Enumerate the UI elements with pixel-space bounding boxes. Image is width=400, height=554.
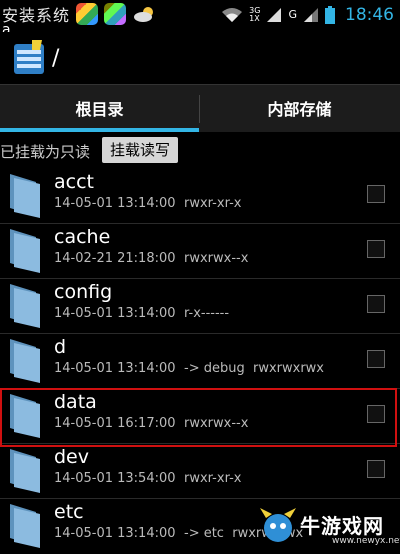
file-name: dev — [54, 446, 89, 468]
status-bar: 安装系统 a........... 3G 1X G 18:46 — [0, 0, 400, 38]
select-checkbox[interactable] — [367, 295, 385, 313]
folder-icon — [10, 229, 40, 273]
file-permissions: r-x------ — [184, 306, 230, 321]
signal-icon-1 — [267, 8, 282, 22]
file-list: acct 14-05-01 13:14:00 rwxr-xr-x cache 1… — [0, 168, 400, 554]
file-date: 14-05-01 13:54:00 — [54, 471, 176, 486]
title-bar: / — [0, 32, 400, 84]
selection-highlight — [0, 388, 397, 447]
mount-status: 已挂载为只读 — [0, 143, 91, 161]
tab-bar: 根目录 内部存储 — [0, 84, 400, 133]
file-date: 14-05-01 13:14:00 — [54, 526, 176, 541]
clock: 18:46 — [345, 5, 394, 25]
file-row[interactable]: dev 14-05-01 13:54:00 rwxr-xr-x — [0, 443, 400, 499]
status-icons: 3G 1X G 18:46 — [221, 5, 394, 25]
select-checkbox[interactable] — [367, 460, 385, 478]
folder-icon — [10, 174, 40, 218]
file-row[interactable]: cache 14-02-21 21:18:00 rwxrwx--x — [0, 223, 400, 279]
file-name: acct — [54, 171, 94, 193]
file-row[interactable]: config 14-05-01 13:14:00 r-x------ — [0, 278, 400, 334]
file-permissions: rwxr-xr-x — [184, 471, 242, 486]
file-date: 14-02-21 21:18:00 — [54, 251, 176, 266]
network-type: 3G 1X — [249, 7, 260, 23]
file-permissions: -> debug rwxrwxrwx — [184, 361, 324, 376]
file-permissions: rwxrwx--x — [184, 251, 249, 266]
watermark-text: 牛游戏网 — [300, 514, 384, 538]
file-name: d — [54, 336, 67, 358]
gallery-app-icon — [76, 3, 99, 25]
select-checkbox[interactable] — [367, 185, 385, 203]
signal-icon-2 — [304, 8, 318, 22]
network-1x-label: 1X — [249, 14, 260, 23]
folder-icon — [10, 504, 40, 548]
current-path: / — [52, 46, 60, 71]
wifi-icon — [222, 8, 243, 22]
folder-icon — [10, 339, 40, 383]
file-date: 14-05-01 13:14:00 — [54, 361, 176, 376]
file-name: etc — [54, 501, 84, 523]
mount-bar: 已挂载为只读 挂载读写 — [0, 132, 400, 168]
file-name: config — [54, 281, 113, 303]
folder-icon — [10, 284, 40, 328]
file-date: 14-05-01 13:14:00 — [54, 196, 176, 211]
file-date: 14-05-01 13:14:00 — [54, 306, 176, 321]
file-row[interactable]: d 14-05-01 13:14:00 -> debug rwxrwxrwx — [0, 333, 400, 389]
tab-root[interactable]: 根目录 — [0, 85, 199, 131]
watermark-url: www.newyx.net — [332, 536, 400, 546]
re-file-manager-logo-icon[interactable] — [12, 40, 46, 76]
weather-icon — [134, 7, 154, 22]
select-checkbox[interactable] — [367, 350, 385, 368]
file-name: cache — [54, 226, 111, 248]
photos-app-icon — [104, 3, 127, 25]
select-checkbox[interactable] — [367, 240, 385, 258]
file-permissions: rwxr-xr-x — [184, 196, 242, 211]
battery-icon — [325, 6, 335, 24]
file-row[interactable]: acct 14-05-01 13:14:00 rwxr-xr-x — [0, 168, 400, 224]
tab-internal-storage[interactable]: 内部存储 — [200, 85, 399, 131]
signal-g-label: G — [288, 8, 297, 21]
mount-rw-button[interactable]: 挂载读写 — [102, 137, 179, 163]
folder-icon — [10, 449, 40, 493]
